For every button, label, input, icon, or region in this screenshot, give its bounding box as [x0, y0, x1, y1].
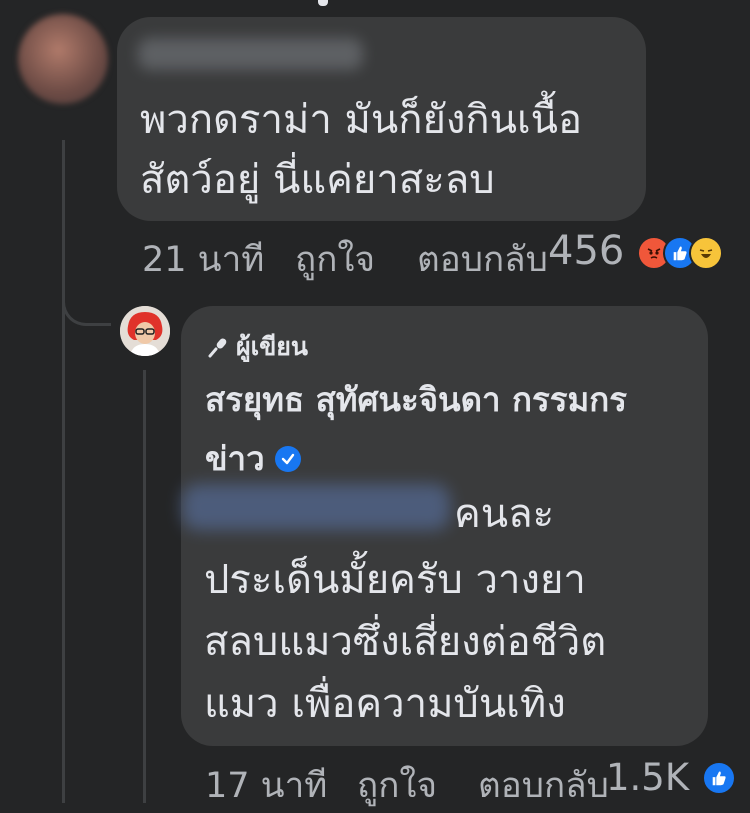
author-name-line2-row[interactable]: ข่าว	[205, 432, 301, 485]
author-badge-label: ผู้เขียน	[236, 332, 309, 361]
author-avatar-image	[120, 306, 170, 356]
haha-icon	[689, 236, 723, 270]
commenter-avatar[interactable]	[18, 14, 108, 104]
reply-like-button[interactable]: ถูกใจ	[357, 758, 437, 813]
reply-text-line3: สลบแมวซึ่งเสี่ยงต่อชีวิต	[204, 619, 607, 665]
reply-reply-button[interactable]: ตอบกลับ	[478, 758, 618, 813]
reply-reaction-count[interactable]: 1.5K	[606, 756, 689, 799]
comment-text-line2: สัตว์อยู่ นี่แค่ยาสะลบ	[140, 157, 495, 203]
like-button[interactable]: ถูกใจ	[295, 232, 375, 287]
like-icon	[702, 761, 736, 795]
reply-button[interactable]: ตอบกลับ	[417, 232, 557, 287]
comment-text-line1: พวกดราม่า มันก็ยังกินเนื้อ	[140, 97, 583, 143]
author-avatar[interactable]	[120, 306, 170, 356]
thread-connector-curve	[62, 275, 111, 326]
reply-text-line2: ประเด็นมั้ยครับ วางยา	[204, 557, 586, 603]
mention-tag-redacted[interactable]	[182, 484, 450, 530]
verified-badge-icon	[274, 445, 301, 472]
reply-text-line1: คนละ	[454, 491, 555, 537]
thread-line-reply	[143, 370, 146, 803]
cropped-top-fragment	[318, 0, 328, 6]
thread-line-main	[62, 140, 65, 803]
reaction-icons[interactable]	[637, 236, 723, 270]
reply-text-line4: แมว เพื่อความบันเทิง	[204, 681, 566, 727]
author-name-line2: ข่าว	[205, 439, 265, 478]
reaction-count[interactable]: 456	[548, 228, 624, 274]
reply-reaction-icons[interactable]	[702, 761, 736, 795]
comment-timestamp[interactable]: 21 นาที	[142, 232, 264, 287]
author-badge[interactable]: ผู้เขียน	[206, 327, 308, 367]
microphone-icon	[206, 335, 230, 359]
author-name-line1[interactable]: สรยุทธ สุทัศนะจินดา กรรมกร	[205, 373, 627, 426]
commenter-name-redacted[interactable]	[138, 38, 363, 70]
reply-timestamp[interactable]: 17 นาที	[205, 758, 327, 813]
